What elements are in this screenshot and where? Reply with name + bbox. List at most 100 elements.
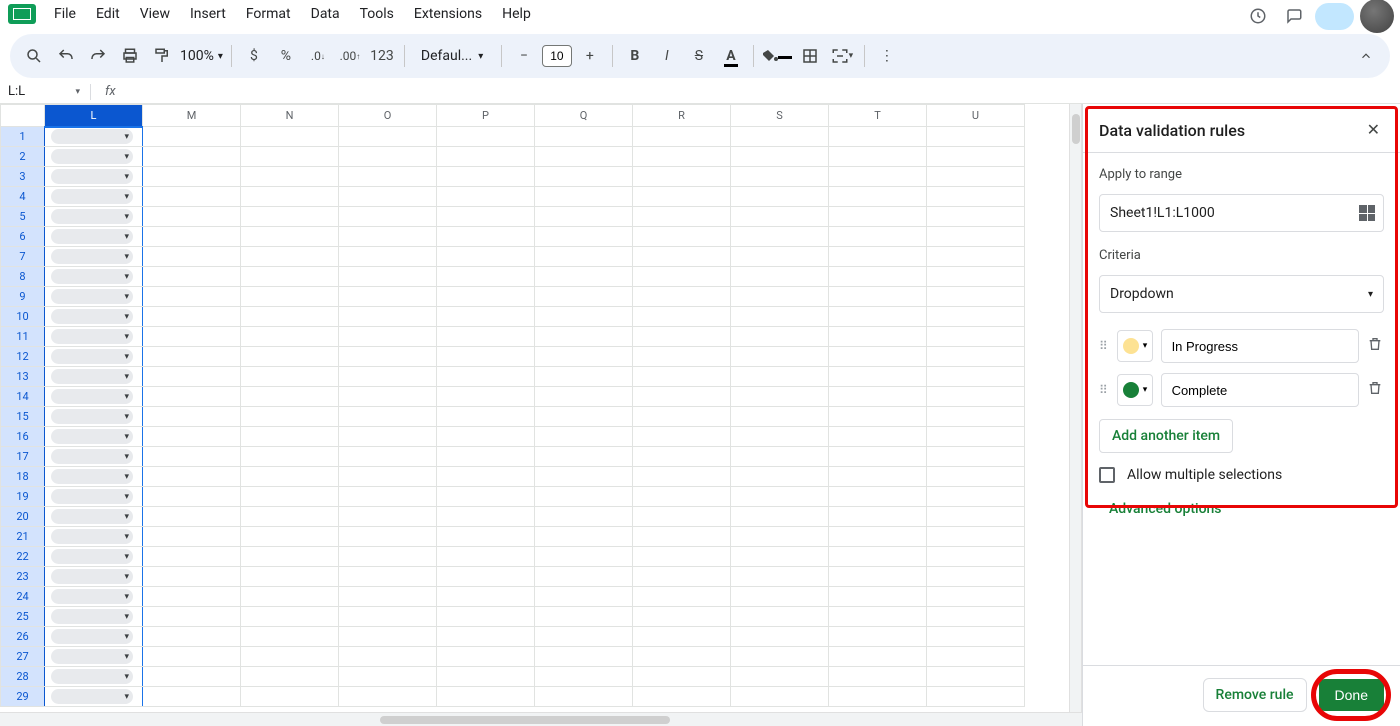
horizontal-scrollbar[interactable] [0,712,1082,726]
cell[interactable] [45,467,143,487]
cell[interactable] [927,407,1025,427]
row-header[interactable]: 20 [1,507,45,527]
cell[interactable] [535,387,633,407]
cell[interactable] [143,327,241,347]
cell[interactable] [143,347,241,367]
dropdown-chip[interactable] [51,409,133,424]
cell[interactable] [437,207,535,227]
cell[interactable] [339,167,437,187]
cell[interactable] [241,467,339,487]
cell[interactable] [143,287,241,307]
menu-extensions[interactable]: Extensions [404,2,492,26]
cell[interactable] [829,187,927,207]
delete-option-icon[interactable] [1367,380,1384,400]
cell[interactable] [437,567,535,587]
cell[interactable] [241,507,339,527]
cell[interactable] [437,267,535,287]
cell[interactable] [339,547,437,567]
allow-multiple-checkbox-row[interactable]: Allow multiple selections [1083,457,1400,493]
cell[interactable] [927,207,1025,227]
cell[interactable] [927,287,1025,307]
row-header[interactable]: 22 [1,547,45,567]
row-header[interactable]: 17 [1,447,45,467]
cell[interactable] [927,227,1025,247]
cell[interactable] [45,267,143,287]
cell[interactable] [339,467,437,487]
font-select[interactable]: Defaul...▾ [413,48,493,64]
cell[interactable] [829,507,927,527]
row-header[interactable]: 19 [1,487,45,507]
cell[interactable] [633,667,731,687]
cell[interactable] [731,667,829,687]
dropdown-chip[interactable] [51,309,133,324]
redo-icon[interactable] [84,42,112,70]
advanced-options-link[interactable]: Advanced options [1083,493,1400,525]
dropdown-chip[interactable] [51,629,133,644]
cell[interactable] [339,587,437,607]
row-header[interactable]: 2 [1,147,45,167]
cell[interactable] [829,607,927,627]
cell[interactable] [45,427,143,447]
dropdown-chip[interactable] [51,529,133,544]
cell[interactable] [437,507,535,527]
cell[interactable] [829,667,927,687]
cell[interactable] [927,507,1025,527]
cell[interactable] [535,687,633,707]
cell[interactable] [633,467,731,487]
cell[interactable] [437,307,535,327]
cell[interactable] [437,247,535,267]
cell[interactable] [143,547,241,567]
row-header[interactable]: 7 [1,247,45,267]
cell[interactable] [927,387,1025,407]
cell[interactable] [829,527,927,547]
cell[interactable] [437,327,535,347]
zoom-select[interactable]: 100%▾ [180,48,223,64]
cell[interactable] [927,367,1025,387]
cell[interactable] [633,347,731,367]
drag-handle-icon[interactable]: ⠿ [1099,339,1109,353]
cell[interactable] [45,567,143,587]
cell[interactable] [829,447,927,467]
cell[interactable] [927,247,1025,267]
cell[interactable] [829,247,927,267]
cell[interactable] [339,667,437,687]
cell[interactable] [143,127,241,147]
cell[interactable] [829,207,927,227]
cell[interactable] [437,367,535,387]
cell[interactable] [535,487,633,507]
cell[interactable] [437,407,535,427]
cell[interactable] [437,587,535,607]
cell[interactable] [241,487,339,507]
paint-format-icon[interactable] [148,42,176,70]
cell[interactable] [45,547,143,567]
row-header[interactable]: 13 [1,367,45,387]
row-header[interactable]: 6 [1,227,45,247]
cell[interactable] [45,447,143,467]
cell[interactable] [241,587,339,607]
cell[interactable] [927,567,1025,587]
menu-data[interactable]: Data [301,2,350,26]
cell[interactable] [241,187,339,207]
row-header[interactable]: 10 [1,307,45,327]
cell[interactable] [45,327,143,347]
share-button[interactable] [1315,3,1354,30]
font-size-decrease[interactable]: − [510,42,538,70]
cell[interactable] [437,127,535,147]
cell[interactable] [437,607,535,627]
cell[interactable] [731,127,829,147]
cell[interactable] [535,627,633,647]
font-size-increase[interactable]: + [576,42,604,70]
cell[interactable] [829,647,927,667]
cell[interactable] [731,587,829,607]
cell[interactable] [143,507,241,527]
cell[interactable] [829,147,927,167]
cell[interactable] [143,427,241,447]
undo-icon[interactable] [52,42,80,70]
dropdown-chip[interactable] [51,569,133,584]
option-color-picker[interactable]: ▾ [1117,374,1152,406]
cell[interactable] [535,307,633,327]
cell[interactable] [437,627,535,647]
cell[interactable] [45,667,143,687]
cell[interactable] [437,447,535,467]
dropdown-chip[interactable] [51,129,133,144]
